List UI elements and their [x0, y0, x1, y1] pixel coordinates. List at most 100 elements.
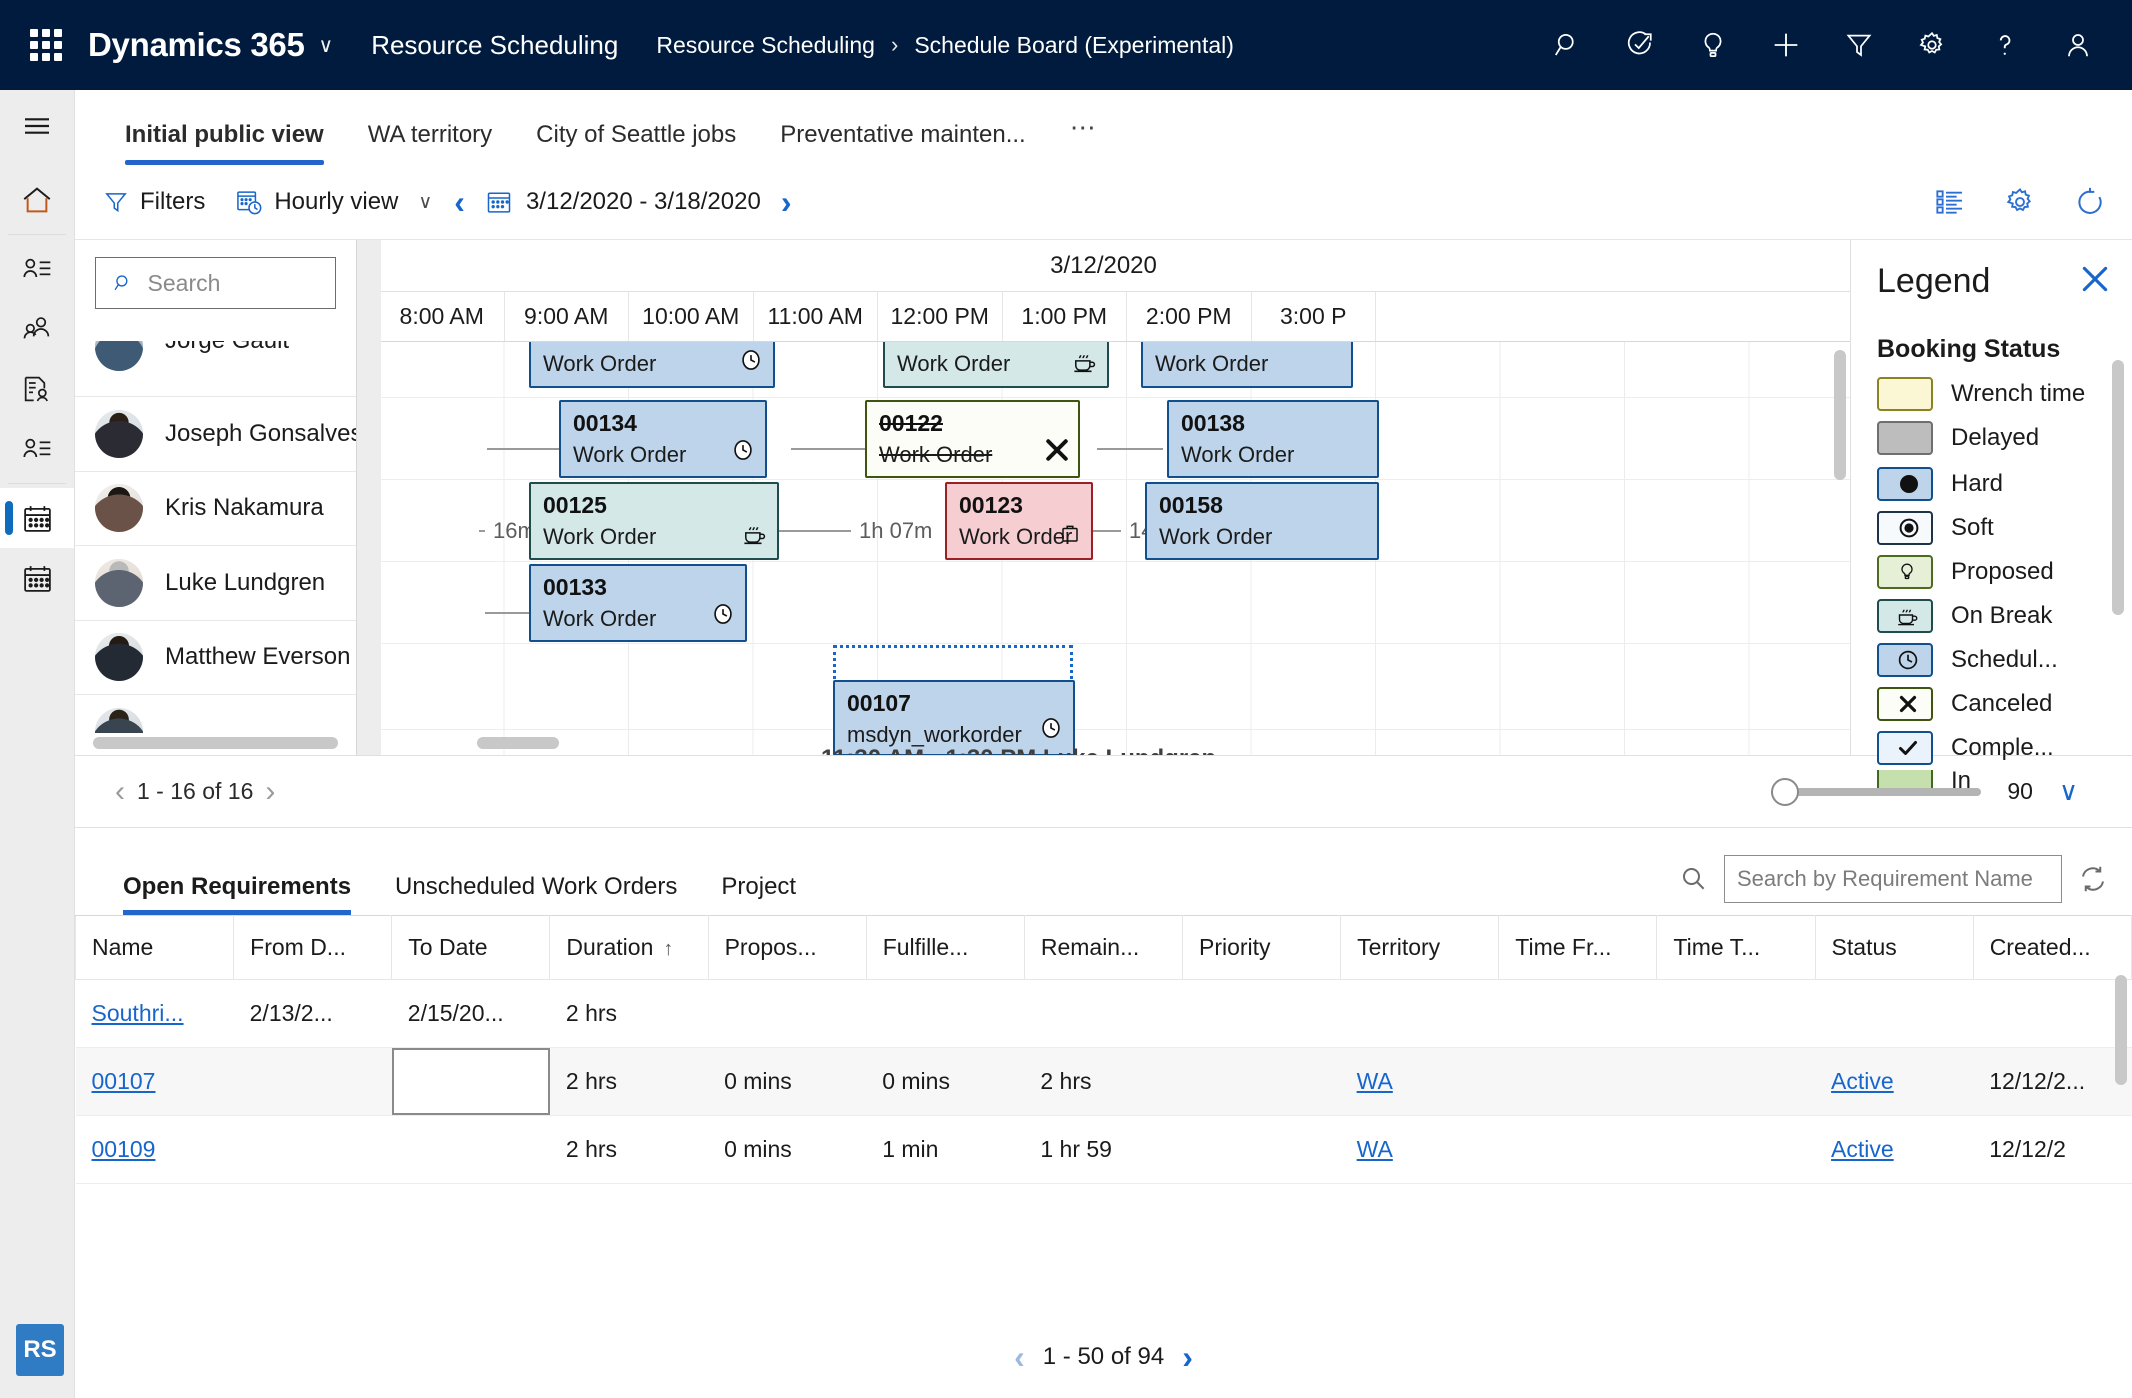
status-link[interactable]: Active: [1831, 1068, 1894, 1094]
column-header-created-on[interactable]: Created...: [1972, 915, 2132, 980]
cell-name[interactable]: 00107: [75, 1047, 234, 1116]
territory-link[interactable]: WA: [1357, 1068, 1393, 1094]
lightbulb-icon[interactable]: [1691, 23, 1735, 67]
hourly-view-button[interactable]: Hourly view ∨: [235, 188, 432, 216]
sidebar-item-schedule-board[interactable]: [0, 488, 74, 548]
cell-remaining[interactable]: 2 hrs: [1024, 1047, 1183, 1116]
next-period-button[interactable]: ›: [767, 186, 806, 218]
cell-time-to[interactable]: [1656, 1047, 1816, 1116]
list-item[interactable]: Luke Lundgren: [75, 546, 356, 621]
legend-list-icon[interactable]: [1934, 186, 1966, 218]
cell-status[interactable]: [1815, 979, 1974, 1048]
column-header-name[interactable]: Name: [75, 915, 235, 980]
requirement-search-box[interactable]: [1724, 855, 2062, 903]
booking-card[interactable]: 00125 Work Order 2h 16m: [529, 482, 779, 560]
cell-to-date[interactable]: 2/15/20...: [391, 979, 550, 1048]
refresh-icon[interactable]: [2074, 186, 2106, 218]
cell-name[interactable]: 00109: [75, 1115, 234, 1184]
tab-wa-territory[interactable]: WA territory: [346, 121, 514, 165]
table-next-page-button[interactable]: ›: [1182, 1339, 1193, 1376]
search-icon[interactable]: [1545, 23, 1589, 67]
table-prev-page-button[interactable]: ‹: [1014, 1339, 1025, 1376]
tab-city-of-seattle-jobs[interactable]: City of Seattle jobs: [514, 121, 758, 165]
resource-list-horizontal-scrollbar[interactable]: [93, 737, 338, 749]
previous-period-button[interactable]: ‹: [440, 186, 479, 218]
cell-from-date[interactable]: [233, 1047, 392, 1116]
cell-remaining[interactable]: [1024, 979, 1183, 1048]
cell-fulfilled[interactable]: [866, 979, 1025, 1048]
requirements-table-wrapper[interactable]: Name From D... To Date Duration ↑ Propos.…: [75, 915, 2132, 1316]
cell-created-on[interactable]: 12/12/2: [1973, 1115, 2132, 1184]
brand-title[interactable]: Dynamics 365: [88, 26, 305, 64]
grid-vertical-scrollbar[interactable]: [1834, 350, 1846, 480]
cell-to-date[interactable]: [391, 1115, 550, 1184]
cell-territory[interactable]: WA: [1340, 1047, 1499, 1116]
column-header-time-from[interactable]: Time Fr...: [1498, 915, 1658, 980]
cell-remaining[interactable]: 1 hr 59: [1024, 1115, 1183, 1184]
cell-time-to[interactable]: [1656, 979, 1816, 1048]
requirement-link[interactable]: Southri...: [92, 1000, 184, 1026]
cell-time-from[interactable]: [1498, 979, 1657, 1048]
breadcrumb-item-1[interactable]: Schedule Board (Experimental): [914, 32, 1234, 59]
tab-open-requirements[interactable]: Open Requirements: [101, 873, 373, 915]
table-row[interactable]: Southri... 2/13/2... 2/15/20... 2 hrs: [75, 979, 2132, 1048]
requirement-link[interactable]: 00107: [92, 1068, 156, 1094]
column-header-fulfilled[interactable]: Fulfille...: [865, 915, 1025, 980]
sidebar-item-work-orders[interactable]: [0, 359, 74, 419]
tab-unscheduled-work-orders[interactable]: Unscheduled Work Orders: [373, 873, 699, 915]
sidebar-item-resources[interactable]: [0, 419, 74, 479]
cell-territory[interactable]: WA: [1340, 1115, 1499, 1184]
close-icon[interactable]: [2078, 262, 2112, 301]
chevron-down-icon[interactable]: ∨: [319, 33, 334, 58]
cell-duration[interactable]: 2 hrs: [549, 1115, 709, 1184]
grid-row[interactable]: [357, 644, 1850, 730]
status-link[interactable]: Active: [1831, 1136, 1894, 1162]
relevance-search-icon[interactable]: [1618, 23, 1662, 67]
grid-row[interactable]: 16m 1h 07m 14m 00125 Work Order 2h 16m: [357, 480, 1850, 562]
territory-link[interactable]: WA: [1357, 1136, 1393, 1162]
tab-project[interactable]: Project: [699, 873, 818, 915]
filters-button[interactable]: Filters: [103, 188, 205, 216]
table-vertical-scrollbar[interactable]: [2115, 975, 2127, 1085]
breadcrumb-item-0[interactable]: Resource Scheduling: [656, 32, 875, 59]
zoom-slider[interactable]: [1771, 777, 1982, 806]
grid-horizontal-scrollbar[interactable]: [477, 737, 559, 749]
requirement-search-input[interactable]: [1737, 866, 2049, 892]
column-header-to-date[interactable]: To Date: [391, 915, 551, 980]
cell-proposed[interactable]: 0 mins: [708, 1115, 867, 1184]
tab-overflow-icon[interactable]: ⋯: [1048, 112, 1120, 165]
cell-priority[interactable]: [1182, 1047, 1341, 1116]
list-item[interactable]: Matthew Everson: [75, 621, 356, 695]
booking-card[interactable]: 00123 Work Order 2h 17m: [945, 482, 1093, 560]
dragged-booking-card[interactable]: 00107 msdyn_workorder 2h: [833, 680, 1075, 755]
cell-name[interactable]: Southri...: [75, 979, 234, 1048]
list-item[interactable]: Joseph Gonsalves: [75, 397, 356, 472]
requirement-link[interactable]: 00109: [92, 1136, 156, 1162]
booking-card[interactable]: 00133 Work Order 2h 27m: [529, 564, 747, 642]
plus-icon[interactable]: [1764, 23, 1808, 67]
sidebar-item-contacts[interactable]: [0, 299, 74, 359]
table-row[interactable]: 00107 2 hrs 0 mins 0 mins 2 hrs WA Activ…: [75, 1047, 2132, 1116]
booking-card[interactable]: 00122 Work Order 2h 23m: [865, 400, 1080, 478]
cell-time-to[interactable]: [1656, 1115, 1816, 1184]
cell-from-date[interactable]: 2/13/2...: [233, 979, 392, 1048]
cell-from-date[interactable]: [233, 1115, 392, 1184]
column-header-status[interactable]: Status: [1814, 915, 1974, 980]
column-header-from-date[interactable]: From D...: [233, 915, 393, 980]
grid-row[interactable]: 39m 36m 11m Work Order 2h 38m: [357, 320, 1850, 398]
gear-icon[interactable]: [1910, 23, 1954, 67]
chevron-down-icon[interactable]: ∨: [418, 191, 432, 214]
booking-card[interactable]: 00158 Work Order 2h 26m: [1145, 482, 1379, 560]
cell-proposed[interactable]: 0 mins: [708, 1047, 867, 1116]
cell-to-date[interactable]: [391, 1047, 550, 1116]
home-icon[interactable]: [0, 170, 74, 230]
column-header-time-to[interactable]: Time T...: [1656, 915, 1816, 980]
tab-preventative-maintenance[interactable]: Preventative mainten...: [758, 121, 1047, 165]
app-name-label[interactable]: Resource Scheduling: [371, 30, 618, 61]
date-range-picker[interactable]: 3/12/2020 - 3/18/2020: [485, 188, 761, 216]
user-icon[interactable]: [2056, 23, 2100, 67]
column-header-territory[interactable]: Territory: [1340, 915, 1500, 980]
gear-icon[interactable]: [2004, 186, 2036, 218]
filter-icon[interactable]: [1837, 23, 1881, 67]
cell-fulfilled[interactable]: 0 mins: [866, 1047, 1025, 1116]
